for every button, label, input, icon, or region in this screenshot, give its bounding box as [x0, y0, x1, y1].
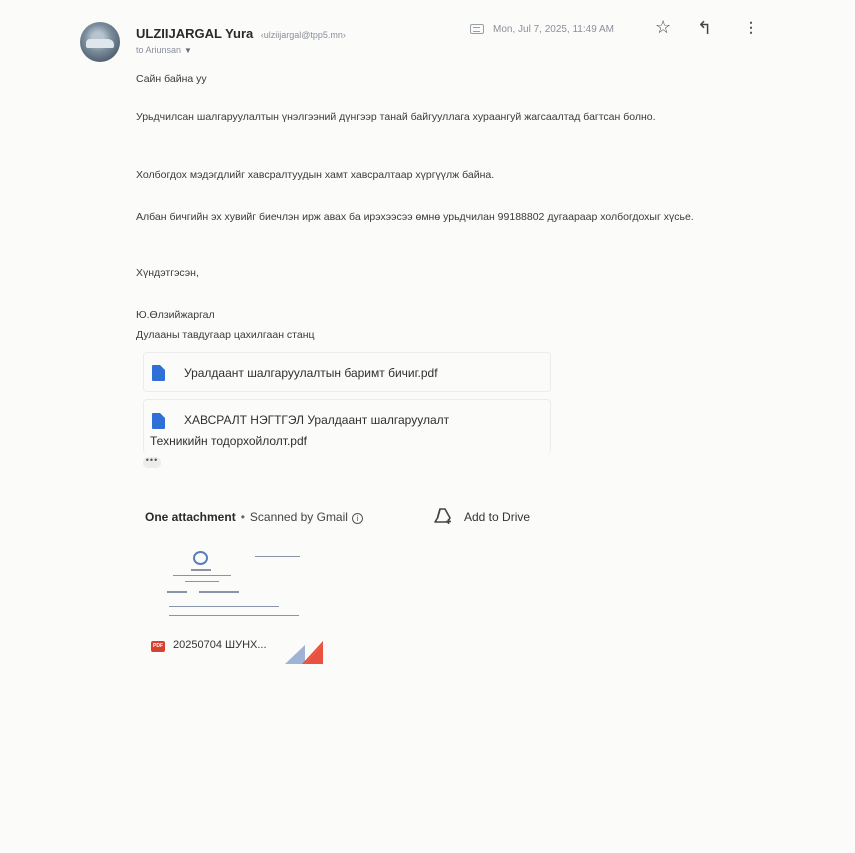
- paragraph-1: Урьдчилсан шалгаруулалтын үнэлгээний дүн…: [136, 111, 656, 123]
- avatar-car-shape: [86, 39, 114, 48]
- attachments-header: One attachment • Scanned by Gmail i: [145, 510, 363, 524]
- sender-line: ULZIIJARGAL Yura ‹ulziijargal@tpp5.mn›: [136, 25, 346, 43]
- more-vert-icon[interactable]: ⋮: [744, 20, 758, 34]
- scanned-by-gmail: Scanned by Gmail: [249, 510, 348, 524]
- info-icon[interactable]: i: [351, 513, 363, 524]
- thumbnail-corner-fold-icon: [285, 641, 323, 664]
- reply-icon[interactable]: ↰: [697, 18, 712, 39]
- sender-email: ‹ulziijargal@tpp5.mn›: [260, 30, 346, 40]
- pdf-icon: PDF: [151, 641, 165, 652]
- recipient-line[interactable]: to Ariunsan ▼: [136, 45, 192, 55]
- preview-line: [167, 591, 187, 593]
- preview-line: [191, 569, 211, 571]
- preview-line: [173, 575, 231, 576]
- add-to-drive-icon[interactable]: [433, 507, 453, 525]
- chevron-down-icon[interactable]: ▼: [184, 46, 192, 55]
- sender-avatar[interactable]: [80, 22, 120, 62]
- google-doc-icon: [152, 365, 165, 381]
- signature-name: Ю.Өлзийжаргал: [136, 309, 215, 321]
- show-trimmed-content-button[interactable]: •••: [143, 456, 161, 468]
- signature-org: Дулааны тавдугаар цахилгаан станц: [136, 329, 315, 341]
- attachment-file-name[interactable]: 20250704 ШУНХ...: [173, 639, 267, 651]
- document-seal-icon: [193, 551, 208, 565]
- doc-link-1[interactable]: Уралдаант шалгаруулалтын баримт бичиг.pd…: [143, 352, 551, 392]
- paragraph-2: Холбогдох мэдэгдлийг хавсралтуудын хамт …: [136, 169, 495, 181]
- separator-dot: •: [240, 510, 245, 524]
- recipient-label: to Ariunsan: [136, 45, 182, 55]
- greeting: Сайн байна уу: [136, 73, 207, 85]
- message-date: Mon, Jul 7, 2025, 11:49 AM: [493, 24, 615, 35]
- preview-line: [255, 556, 300, 557]
- doc-link-1-title[interactable]: Уралдаант шалгаруулалтын баримт бичиг.pd…: [184, 366, 438, 380]
- paragraph-3: Албан бичгийн эх хувийг биечлэн ирж авах…: [136, 211, 694, 223]
- attachment-count: One attachment: [145, 510, 236, 524]
- star-icon[interactable]: ☆: [655, 17, 671, 38]
- doc-link-2-title[interactable]: ХАВСРАЛТ НЭГТГЭЛ Уралдаант шалгаруулалт: [184, 413, 449, 427]
- preview-line: [169, 606, 279, 607]
- doc-link-2-title-continued[interactable]: Техникийн тодорхойлолт.pdf: [150, 434, 307, 448]
- add-to-drive-button[interactable]: Add to Drive: [464, 510, 530, 524]
- preview-line: [199, 591, 239, 593]
- closing: Хүндэтгэсэн,: [136, 267, 199, 279]
- google-doc-icon: [152, 413, 165, 429]
- sender-name[interactable]: ULZIIJARGAL Yura: [136, 26, 253, 41]
- preview-line: [185, 581, 219, 582]
- preview-line: [169, 615, 299, 616]
- label-icon[interactable]: [470, 24, 484, 34]
